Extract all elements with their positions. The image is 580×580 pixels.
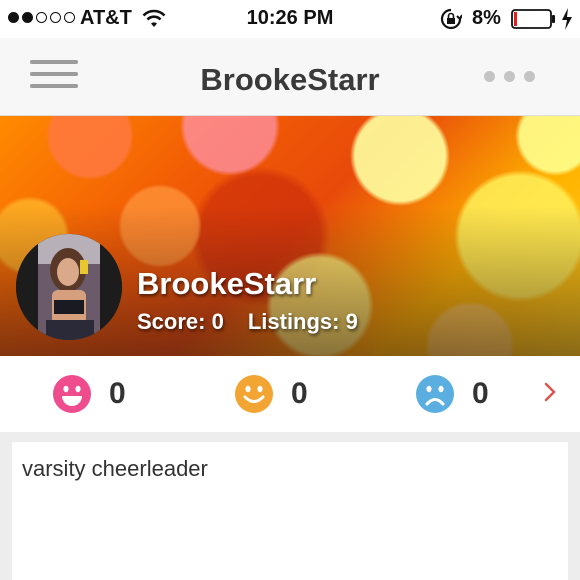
description-section: varsity cheerleader (0, 432, 580, 580)
rating-negative[interactable]: 0 (416, 375, 489, 413)
charging-icon (562, 8, 572, 30)
laughing-face-icon (53, 375, 91, 413)
nav-bar: BrookeStarr (0, 38, 580, 116)
battery-percent: 8% (472, 7, 501, 29)
profile-name: BrookeStarr (137, 266, 317, 301)
avatar[interactable] (16, 234, 122, 340)
description-card: varsity cheerleader (12, 442, 568, 580)
more-dots-icon[interactable] (484, 71, 535, 82)
avatar-photo (16, 234, 122, 340)
rating-positive-count: 0 (109, 377, 126, 410)
listings-label[interactable]: Listings: 9 (248, 309, 358, 334)
smiling-face-icon (235, 375, 273, 413)
rating-neutral-count: 0 (291, 377, 308, 410)
profile-banner: BrookeStarr Score: 0 Listings: 9 (0, 116, 580, 356)
battery-icon (511, 9, 555, 29)
ratings-row: 0 0 0 (0, 356, 580, 432)
chevron-right-icon[interactable] (543, 381, 557, 403)
rating-negative-count: 0 (472, 377, 489, 410)
profile-description: varsity cheerleader (22, 456, 208, 481)
rating-positive[interactable]: 0 (53, 375, 126, 413)
status-bar: AT&T 10:26 PM 8% (0, 0, 580, 38)
score-label: Score: 0 (137, 309, 224, 334)
sad-face-icon (416, 375, 454, 413)
rotation-lock-icon (440, 8, 462, 30)
profile-stats: Score: 0 Listings: 9 (137, 309, 358, 335)
rating-neutral[interactable]: 0 (235, 375, 308, 413)
